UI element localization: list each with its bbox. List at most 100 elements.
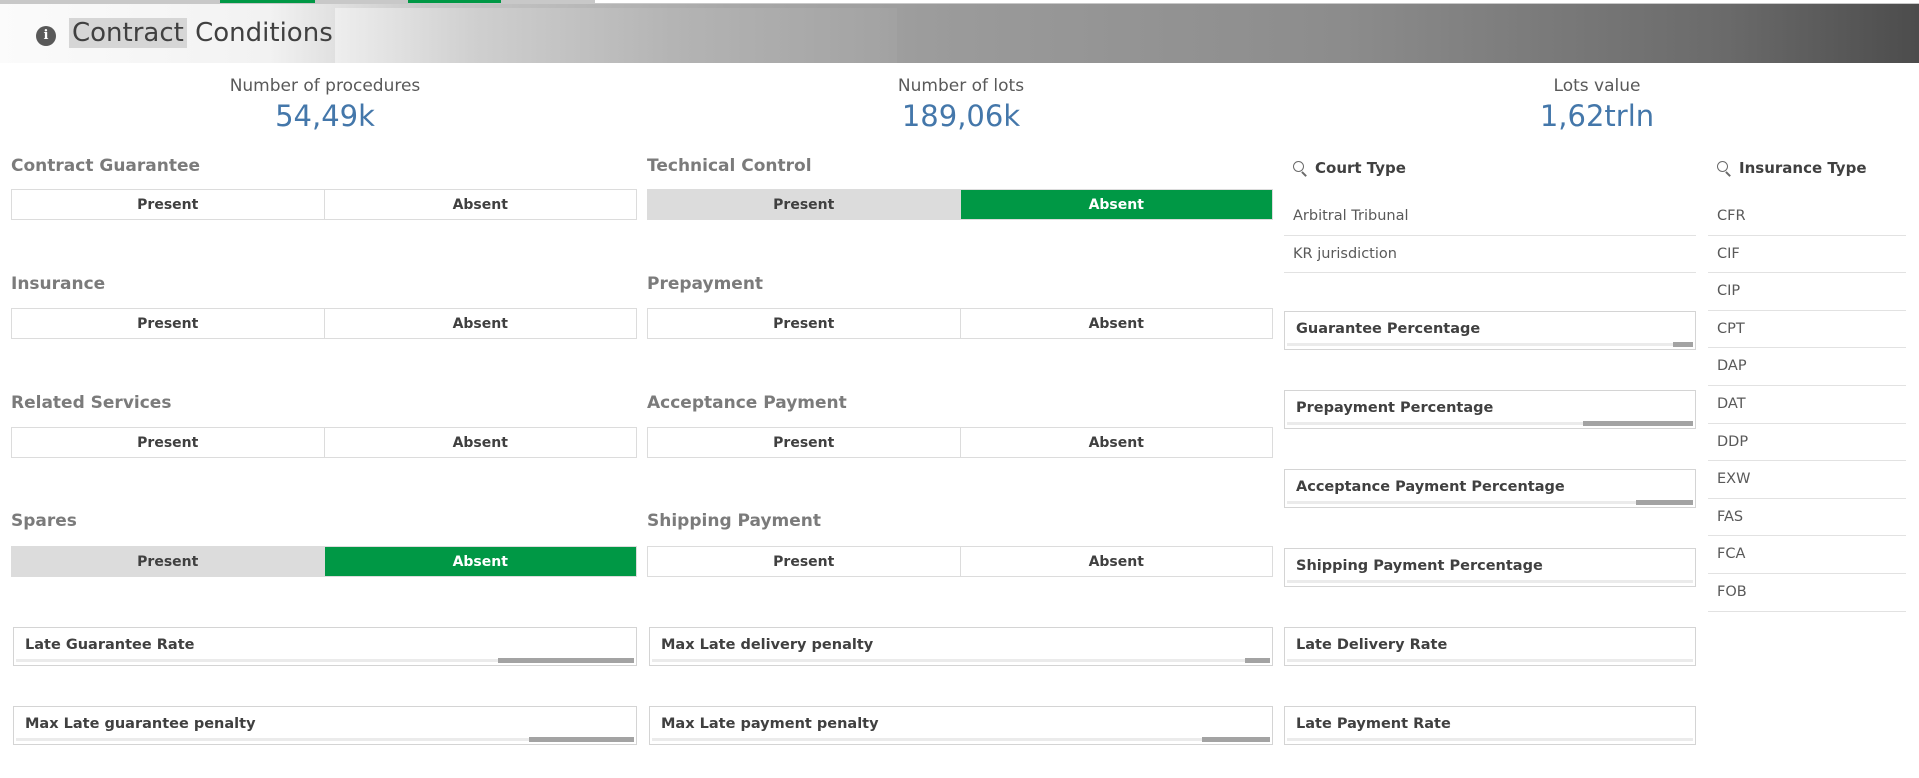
list-item[interactable]: CPT	[1708, 311, 1906, 349]
list-item[interactable]: FCA	[1708, 536, 1906, 574]
slider-label: Acceptance Payment Percentage	[1296, 479, 1565, 495]
acceptance-payment-percentage-slider[interactable]: Acceptance Payment Percentage	[1284, 469, 1696, 508]
insurance-title: Insurance	[11, 274, 106, 294]
list-item[interactable]: DDP	[1708, 424, 1906, 462]
prepayment-present-button[interactable]: Present	[648, 309, 960, 338]
list-item[interactable]: EXW	[1708, 461, 1906, 499]
slider-fill[interactable]	[1672, 342, 1693, 347]
list-item[interactable]: FOB	[1708, 574, 1906, 612]
max-late-guarantee-penalty-slider[interactable]: Max Late guarantee penalty	[13, 706, 637, 745]
slider-label: Guarantee Percentage	[1296, 321, 1481, 337]
sheet-header: i Contract Conditions	[0, 4, 1919, 63]
max-late-payment-penalty-slider[interactable]: Max Late payment penalty	[649, 706, 1273, 745]
spares-toggle: Present Absent	[11, 546, 637, 577]
list-item[interactable]: CIF	[1708, 236, 1906, 274]
court-type-title: Court Type	[1315, 159, 1406, 177]
prepayment-absent-button[interactable]: Absent	[959, 309, 1273, 338]
slider-track[interactable]	[1287, 500, 1693, 505]
related-services-present-button[interactable]: Present	[12, 428, 324, 457]
insurance-present-button[interactable]: Present	[12, 309, 324, 338]
slider-track[interactable]	[16, 737, 634, 742]
prepayment-percentage-slider[interactable]: Prepayment Percentage	[1284, 390, 1696, 429]
insurance-type-list: CFR CIF CIP CPT DAP DAT DDP EXW FAS FCA …	[1708, 198, 1906, 612]
late-guarantee-rate-slider[interactable]: Late Guarantee Rate	[13, 627, 637, 666]
slider-fill[interactable]	[1245, 658, 1270, 663]
insurance-type-header[interactable]: Insurance Type	[1717, 159, 1867, 177]
page-title-highlight: Contract	[69, 18, 187, 48]
shipping-payment-absent-button[interactable]: Absent	[959, 547, 1273, 576]
slider-fill[interactable]	[1636, 500, 1693, 505]
spares-absent-button[interactable]: Absent	[323, 547, 636, 576]
late-payment-rate-slider[interactable]: Late Payment Rate	[1284, 706, 1696, 745]
shipping-payment-percentage-slider[interactable]: Shipping Payment Percentage	[1284, 548, 1696, 587]
slider-label: Late Guarantee Rate	[25, 637, 195, 653]
shipping-payment-present-button[interactable]: Present	[648, 547, 960, 576]
shipping-payment-title: Shipping Payment	[647, 511, 822, 531]
insurance-toggle: Present Absent	[11, 308, 637, 339]
acceptance-payment-toggle: Present Absent	[647, 427, 1273, 458]
acceptance-payment-title: Acceptance Payment	[647, 393, 847, 413]
list-item[interactable]: DAP	[1708, 348, 1906, 386]
kpi-value: 54,49k	[275, 99, 375, 133]
info-icon[interactable]: i	[36, 26, 56, 46]
slider-label: Late Delivery Rate	[1296, 637, 1448, 653]
tab-indicator-3	[595, 0, 1919, 3]
kpi-label: Number of lots	[897, 76, 1025, 96]
slider-track[interactable]	[1287, 738, 1693, 741]
list-item[interactable]: KR jurisdiction	[1284, 236, 1696, 274]
kpi-procedures: Number of procedures 54,49k	[175, 76, 475, 133]
spares-present-button[interactable]: Present	[12, 547, 324, 576]
list-item[interactable]: Arbitral Tribunal	[1284, 198, 1696, 236]
contract-guarantee-present-button[interactable]: Present	[12, 190, 324, 219]
slider-label: Prepayment Percentage	[1296, 400, 1494, 416]
slider-label: Max Late guarantee penalty	[25, 716, 256, 732]
insurance-absent-button[interactable]: Absent	[323, 309, 637, 338]
slider-track[interactable]	[1287, 659, 1693, 662]
contract-guarantee-toggle: Present Absent	[11, 189, 637, 220]
tab-indicator-1	[220, 0, 315, 3]
slider-track[interactable]	[1287, 580, 1693, 583]
kpi-lots: Number of lots 189,06k	[811, 76, 1111, 133]
max-late-delivery-penalty-slider[interactable]: Max Late delivery penalty	[649, 627, 1273, 666]
slider-label: Max Late payment penalty	[661, 716, 879, 732]
late-delivery-rate-slider[interactable]: Late Delivery Rate	[1284, 627, 1696, 666]
contract-guarantee-absent-button[interactable]: Absent	[323, 190, 637, 219]
tab-indicator-2	[408, 0, 501, 3]
insurance-type-title: Insurance Type	[1739, 159, 1867, 177]
related-services-absent-button[interactable]: Absent	[323, 428, 637, 457]
slider-fill[interactable]	[1202, 737, 1270, 742]
slider-label: Late Payment Rate	[1296, 716, 1451, 732]
slider-fill[interactable]	[528, 737, 634, 742]
list-item[interactable]: DAT	[1708, 386, 1906, 424]
slider-track[interactable]	[1287, 342, 1693, 347]
related-services-title: Related Services	[11, 393, 172, 413]
guarantee-percentage-slider[interactable]: Guarantee Percentage	[1284, 311, 1696, 350]
shipping-payment-toggle: Present Absent	[647, 546, 1273, 577]
court-type-header[interactable]: Court Type	[1293, 159, 1406, 177]
technical-control-title: Technical Control	[647, 156, 812, 176]
slider-track[interactable]	[16, 658, 634, 663]
search-icon[interactable]	[1717, 161, 1731, 175]
slider-fill[interactable]	[498, 658, 634, 663]
kpi-label: Lots value	[1553, 76, 1641, 96]
acceptance-payment-present-button[interactable]: Present	[648, 428, 960, 457]
list-item[interactable]: FAS	[1708, 499, 1906, 537]
list-item[interactable]: CIP	[1708, 273, 1906, 311]
slider-track[interactable]	[1287, 421, 1693, 426]
header-band	[335, 8, 897, 63]
page-title: Contract Conditions	[69, 18, 333, 48]
technical-control-present-button[interactable]: Present	[648, 190, 960, 219]
kpi-lots-value: Lots value 1,62trln	[1447, 76, 1747, 133]
slider-track[interactable]	[652, 658, 1270, 663]
acceptance-payment-absent-button[interactable]: Absent	[959, 428, 1273, 457]
kpi-value: 1,62trln	[1539, 99, 1655, 133]
slider-fill[interactable]	[1583, 421, 1693, 426]
spares-title: Spares	[11, 511, 77, 531]
technical-control-absent-button[interactable]: Absent	[959, 190, 1272, 219]
list-item[interactable]: CFR	[1708, 198, 1906, 236]
court-type-list: Arbitral Tribunal KR jurisdiction	[1284, 198, 1696, 274]
search-icon[interactable]	[1293, 161, 1307, 175]
slider-label: Shipping Payment Percentage	[1296, 558, 1543, 574]
slider-label: Max Late delivery penalty	[661, 637, 874, 653]
slider-track[interactable]	[652, 737, 1270, 742]
